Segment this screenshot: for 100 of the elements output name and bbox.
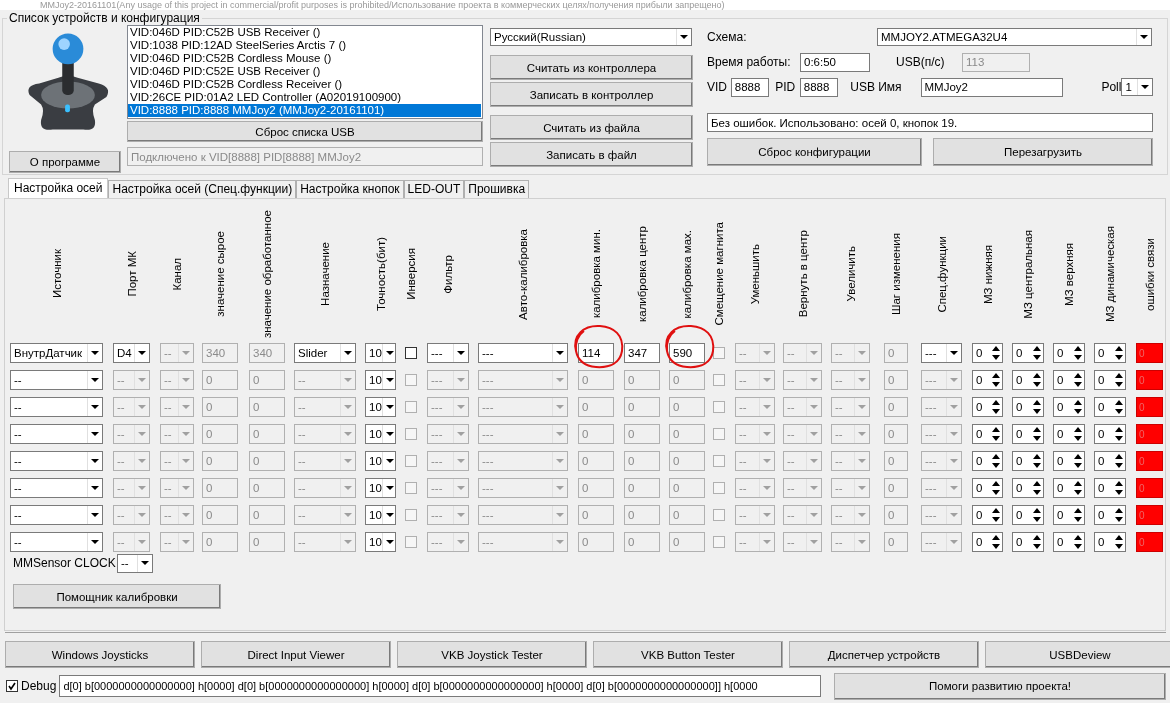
reset-usb-button[interactable]: Сброс списка USB <box>127 121 483 142</box>
spin-field[interactable]: 0 <box>1012 505 1044 525</box>
spin-field[interactable]: 0 <box>1012 343 1044 363</box>
device-list-item[interactable]: VID:1038 PID:12AD SteelSeries Arctis 7 () <box>128 39 481 52</box>
debug-checkbox[interactable] <box>6 680 18 692</box>
spin-field[interactable]: 0 <box>1012 424 1044 444</box>
spin-field[interactable]: 0 <box>1094 478 1126 498</box>
spin-field[interactable]: 0 <box>1053 505 1085 525</box>
dropdown[interactable]: -- <box>10 478 103 498</box>
spin-field[interactable]: 0 <box>972 478 1003 498</box>
tab[interactable]: Настройка кнопок <box>296 180 404 198</box>
vid-field[interactable]: 8888 <box>730 77 770 97</box>
spin-field[interactable]: 0 <box>1094 343 1126 363</box>
input-field[interactable]: 347 <box>624 343 660 363</box>
checkbox[interactable] <box>405 347 417 359</box>
spin-field[interactable]: 0 <box>1094 370 1126 390</box>
device-list-item[interactable]: VID:8888 PID:8888 MMJoy2 (MMJoy2-20161101) <box>128 104 481 117</box>
error-indicator: 0 <box>1136 478 1163 498</box>
spin-field[interactable]: 0 <box>1053 370 1085 390</box>
spin-field[interactable]: 0 <box>1012 397 1044 417</box>
dropdown[interactable]: -- <box>10 370 103 390</box>
scheme-dropdown[interactable]: MMJOY2.ATMEGA32U4 <box>877 28 1152 46</box>
spin-field[interactable]: 0 <box>972 424 1003 444</box>
controller-button[interactable]: Считать из контроллера <box>490 55 693 80</box>
spin-field[interactable]: 0 <box>1012 478 1044 498</box>
dropdown[interactable]: -- <box>10 451 103 471</box>
debug-output-field: d[0] b[0000000000000000] h[0000] d[0] b[0000000000000000] h[0000] d[0] b[0000000000000000] h[0000] d[0] b[0000000000000000]] h[0000 <box>59 675 822 697</box>
input-field[interactable]: 114 <box>578 343 614 363</box>
spin-field[interactable]: 0 <box>972 397 1003 417</box>
spin-field[interactable]: 0 <box>1094 505 1126 525</box>
tool-button[interactable]: Direct Input Viewer <box>201 641 391 668</box>
dropdown[interactable]: Slider <box>294 343 356 363</box>
device-list-item[interactable]: VID:046D PID:C52E USB Receiver () <box>128 65 481 78</box>
spin-field[interactable]: 0 <box>1094 532 1126 552</box>
tool-button[interactable]: VKB Button Tester <box>593 641 783 668</box>
spin-field[interactable]: 0 <box>1053 343 1085 363</box>
tool-button[interactable]: Windows Joysticks <box>5 641 195 668</box>
dropdown[interactable]: 10 <box>365 532 396 552</box>
spin-field[interactable]: 0 <box>1094 451 1126 471</box>
language-dropdown[interactable]: Русский(Russian) <box>490 28 692 46</box>
spin-arrows-icon <box>1032 426 1042 442</box>
spin-field[interactable]: 0 <box>1053 478 1085 498</box>
spin-field[interactable]: 0 <box>1012 370 1044 390</box>
dropdown-arrow-icon <box>854 371 869 389</box>
spin-field[interactable]: 0 <box>1053 451 1085 471</box>
spin-field[interactable]: 0 <box>1012 532 1044 552</box>
dropdown[interactable]: -- <box>10 397 103 417</box>
dropdown[interactable]: 10 <box>365 424 396 444</box>
dropdown-arrow-icon <box>806 533 821 551</box>
spin-field[interactable]: 0 <box>972 451 1003 471</box>
dropdown[interactable]: 10 <box>365 451 396 471</box>
spin-field[interactable]: 0 <box>972 370 1003 390</box>
spin-arrows-icon <box>1032 507 1042 523</box>
usb-name-field[interactable]: MMJoy2 <box>920 77 1064 97</box>
device-list-item[interactable]: VID:046D PID:C52B Cordless Mouse () <box>128 52 481 65</box>
spin-field[interactable]: 0 <box>972 532 1003 552</box>
device-list-item[interactable]: VID:046D PID:C52B Cordless Receiver () <box>128 78 481 91</box>
file-button[interactable]: Записать в файл <box>490 142 693 167</box>
tool-button[interactable]: VKB Joystick Tester <box>397 641 587 668</box>
dropdown[interactable]: 10 <box>365 397 396 417</box>
spin-field[interactable]: 0 <box>1053 532 1085 552</box>
spin-field[interactable]: 0 <box>1094 424 1126 444</box>
tab[interactable]: Прошивка <box>464 180 530 198</box>
tab[interactable]: Настройка осей (Спец.функции) <box>108 180 297 198</box>
spin-field[interactable]: 0 <box>1094 397 1126 417</box>
tool-button[interactable]: USBDeview <box>985 641 1170 668</box>
controller-button[interactable]: Записать в контроллер <box>490 82 693 107</box>
config-button[interactable]: Перезагрузить <box>933 138 1153 166</box>
tab[interactable]: LED-OUT <box>403 180 465 198</box>
device-list-item[interactable]: VID:26CE PID:01A2 LED Controller (A02019100900) <box>128 91 481 104</box>
spin-field[interactable]: 0 <box>1053 424 1085 444</box>
spin-field[interactable]: 0 <box>972 505 1003 525</box>
dropdown[interactable]: -- <box>10 505 103 525</box>
dropdown[interactable]: 10 <box>365 343 396 363</box>
spin-field[interactable]: 0 <box>1012 451 1044 471</box>
dropdown[interactable]: --- <box>427 343 469 363</box>
dropdown[interactable]: -- <box>10 532 103 552</box>
spin-field[interactable]: 0 <box>972 343 1003 363</box>
tool-button[interactable]: Диспетчер устройств <box>789 641 979 668</box>
dropdown[interactable]: 10 <box>365 505 396 525</box>
dropdown[interactable]: -- <box>10 424 103 444</box>
about-button[interactable]: О программе <box>9 151 121 173</box>
dropdown[interactable]: ВнутрДатчик <box>10 343 103 363</box>
calibration-button[interactable]: Помощник калибровки <box>13 584 221 609</box>
dropdown[interactable]: 10 <box>365 478 396 498</box>
file-button[interactable]: Считать из файла <box>490 115 693 140</box>
dropdown-arrow-icon <box>946 398 961 416</box>
dropdown[interactable]: 10 <box>365 370 396 390</box>
sensor-clock-dropdown[interactable]: -- <box>117 553 153 573</box>
donate-button[interactable]: Помоги развитию проекта! <box>834 672 1166 700</box>
dropdown[interactable]: --- <box>478 343 568 363</box>
config-button[interactable]: Сброс конфигурации <box>707 138 922 166</box>
poll-dropdown[interactable]: 1 <box>1121 78 1153 96</box>
spin-field[interactable]: 0 <box>1053 397 1085 417</box>
dropdown[interactable]: --- <box>921 343 962 363</box>
tab[interactable]: Настройка осей <box>8 178 109 198</box>
pid-field[interactable]: 8888 <box>799 77 839 97</box>
input-field[interactable]: 590 <box>669 343 705 363</box>
device-list-item[interactable]: VID:046D PID:C52B USB Receiver () <box>128 26 481 39</box>
dropdown[interactable]: D4 <box>113 343 150 363</box>
